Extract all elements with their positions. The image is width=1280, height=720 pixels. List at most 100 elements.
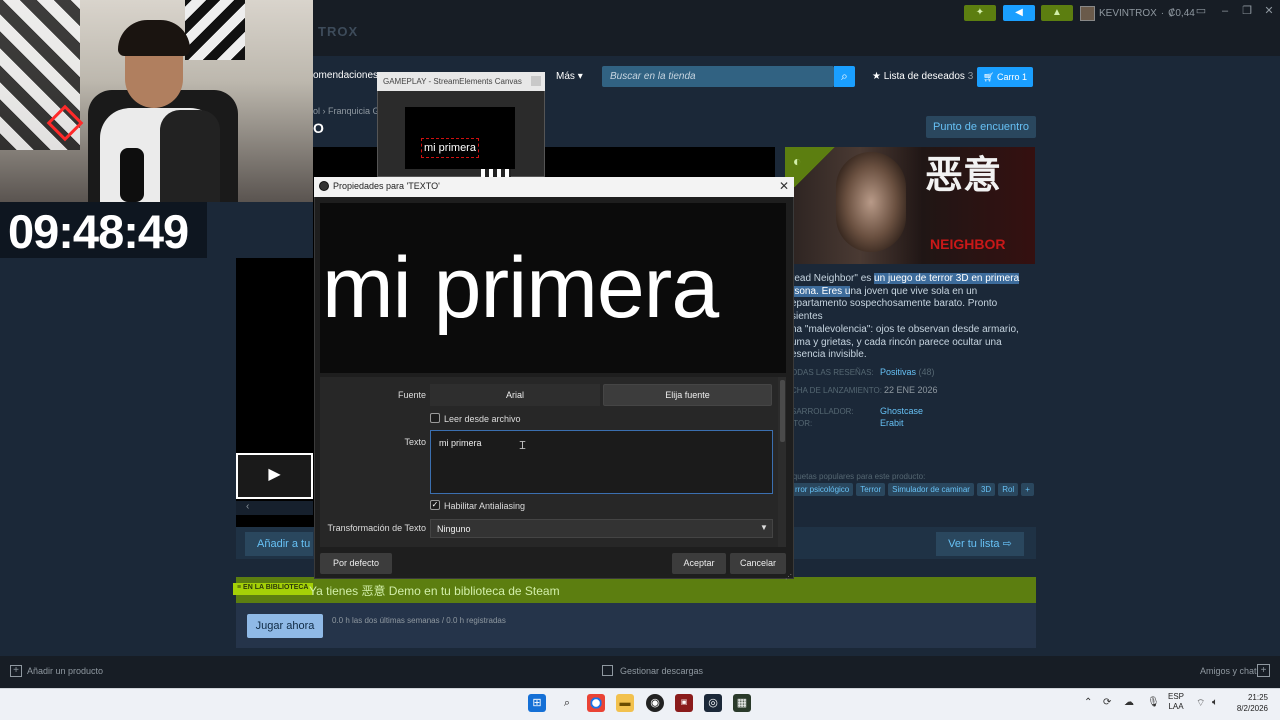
text-transform-select[interactable]: Ninguno <box>430 519 773 538</box>
tag[interactable]: 3D <box>976 483 996 496</box>
in-library-badge-label: EN LA BIBLIOTECA <box>243 584 309 591</box>
font-name-display: Arial <box>430 384 600 406</box>
antialiasing-label[interactable]: Habilitar Antialiasing <box>444 501 525 511</box>
notifications-button[interactable]: ▲ <box>1041 5 1073 21</box>
webcam-wall-panel <box>185 0 245 60</box>
thumbnail-scroll-left[interactable]: ‹ <box>236 501 313 515</box>
avatar <box>1080 5 1095 21</box>
chevron-down-icon: ▾ <box>577 71 583 82</box>
view-wishlist-button[interactable]: Ver tu lista ⇨ <box>936 532 1024 556</box>
store-search-input[interactable]: Buscar en la tienda <box>602 66 834 87</box>
reviews-value[interactable]: Positivas (48) <box>880 367 935 377</box>
game-icon[interactable]: ▦ <box>733 694 751 712</box>
publisher-label: itor: <box>791 419 813 428</box>
tag[interactable]: rror psicológico <box>791 483 854 496</box>
nav-more[interactable]: Más ▾ <box>556 71 583 82</box>
release-date-label: cha de lanzamiento: <box>791 386 882 395</box>
dialog-title: Propiedades para 'TEXTO' <box>333 181 440 191</box>
close-window-button[interactable]: ✕ <box>1262 4 1276 18</box>
canvas-transparency-pattern <box>481 169 511 177</box>
manage-downloads-link[interactable]: Gestionar descargas <box>620 666 703 676</box>
download-icon <box>602 665 613 676</box>
chevron-up-icon[interactable]: ⌃ <box>1084 697 1092 708</box>
nav-recommendations-label: omendaciones <box>313 70 379 81</box>
text-input[interactable]: mi primera <box>430 430 773 494</box>
read-from-file-label[interactable]: Leer desde archivo <box>444 414 521 424</box>
community-hub-button[interactable]: Punto de encuentro <box>926 116 1036 138</box>
tags-label: iquetas populares para este producto: <box>791 472 926 481</box>
desc-text: read Neighbor" es <box>791 273 875 284</box>
cloud-icon[interactable]: ☁ <box>1124 697 1134 708</box>
text-cursor-icon: Ｉ <box>517 440 528 452</box>
wishlist-label: Lista de deseados <box>883 71 965 82</box>
text-preview-content: mi primera <box>322 240 719 336</box>
tags-list: rror psicológico Terror Simulador de cam… <box>791 483 1034 496</box>
minimize-button[interactable]: – <box>1218 4 1232 18</box>
voicemod-icon[interactable]: ▣ <box>675 694 693 712</box>
tag[interactable]: Terror <box>856 483 886 496</box>
add-to-wishlist-button[interactable]: Añadir a tu lis <box>245 532 313 556</box>
add-icon: + <box>10 665 22 677</box>
cart-count: 1 <box>1021 72 1027 82</box>
clock-time: 21:25 <box>1247 693 1268 702</box>
defaults-button[interactable]: Por defecto <box>320 553 392 574</box>
big-picture-icon[interactable]: ▭ <box>1194 4 1208 18</box>
wishlist-link[interactable]: ★ Lista de deseados 3 <box>872 71 973 82</box>
capsule-artwork-face <box>836 152 906 252</box>
start-icon[interactable]: ⊞ <box>528 694 546 712</box>
read-from-file-checkbox[interactable] <box>430 413 440 423</box>
cart-button[interactable]: 🛒︎ Carro 1 <box>977 67 1033 87</box>
language-indicator[interactable]: ESP LAA <box>1168 692 1184 712</box>
chrome-icon[interactable] <box>587 694 605 712</box>
reviews-label: odas las reseñas: <box>791 368 874 377</box>
steam-icon[interactable]: ◎ <box>704 694 722 712</box>
nav-recommendations[interactable]: omendaciones ▾ <box>313 70 386 81</box>
volume-icon[interactable]: 🔈︎ <box>1212 697 1218 708</box>
account-name: KEVINTROX <box>1099 7 1157 19</box>
in-library-badge: ≡ EN LA BIBLIOTECA <box>233 583 313 595</box>
text-label: Texto <box>404 437 426 447</box>
desc-highlight: rsona. Eres u <box>791 285 851 297</box>
capsule-logo-subtitle: NEIGHBOR <box>930 236 1006 252</box>
webcam-microphone <box>120 148 144 202</box>
tag[interactable]: Simulador de caminar <box>888 483 974 496</box>
video-thumbnail[interactable]: ▶ <box>236 453 313 499</box>
desc-text: na joven que vive sola en un <box>850 285 978 297</box>
sync-icon[interactable]: ⟳ <box>1103 697 1111 708</box>
close-icon[interactable]: ✕ <box>777 179 791 193</box>
friends-chat-link[interactable]: Amigos y chat <box>1200 666 1257 676</box>
chevron-down-icon[interactable]: ▼ <box>760 523 768 532</box>
wifi-icon[interactable]: ⌔ <box>1196 697 1205 710</box>
canvas-text-source[interactable]: mi primera <box>421 138 479 158</box>
reviews-count: (48) <box>918 367 935 377</box>
taskbar-clock[interactable]: 21:25 8/2/2026 <box>1224 692 1268 714</box>
ok-button[interactable]: Aceptar <box>672 553 726 574</box>
choose-font-button[interactable]: Elija fuente <box>603 384 772 406</box>
play-now-button[interactable]: Jugar ahora <box>247 614 323 638</box>
publisher-link[interactable]: Erabit <box>880 418 904 428</box>
cancel-button[interactable]: Cancelar <box>730 553 786 574</box>
file-explorer-icon[interactable]: ▬ <box>616 694 634 712</box>
microphone-icon[interactable]: 🎙︎ <box>1147 697 1160 708</box>
account-menu[interactable]: KEVINTROX · ₡0,44 <box>1080 4 1195 22</box>
obs-icon[interactable]: ◉ <box>646 694 664 712</box>
resize-grip-icon[interactable]: ⋰ <box>785 573 792 581</box>
game-title: O <box>313 120 324 136</box>
friends-icon[interactable]: + <box>1257 664 1270 677</box>
search-icon[interactable]: ⌕ <box>834 66 855 87</box>
search-icon[interactable]: ⌕ <box>558 694 576 712</box>
scrollbar-thumb[interactable] <box>780 380 785 442</box>
antialiasing-checkbox[interactable]: ✓ <box>430 500 440 510</box>
friends-activity-button[interactable]: ✦ <box>964 5 996 21</box>
maximize-button[interactable]: ❐ <box>1240 4 1254 18</box>
breadcrumb[interactable]: ol › Franquicia Gl <box>313 106 382 116</box>
steam-username-tab[interactable]: TROX <box>318 24 358 39</box>
obs-icon <box>319 181 329 191</box>
tag-more[interactable]: + <box>1021 483 1034 496</box>
add-product-link[interactable]: Añadir un producto <box>27 666 103 676</box>
language-bottom: LAA <box>1168 702 1184 711</box>
tag[interactable]: Rol <box>998 483 1019 496</box>
canvas-preview-close[interactable] <box>531 76 541 86</box>
announcements-button[interactable]: ◀ <box>1003 5 1035 21</box>
developer-link[interactable]: Ghostcase <box>880 406 923 416</box>
